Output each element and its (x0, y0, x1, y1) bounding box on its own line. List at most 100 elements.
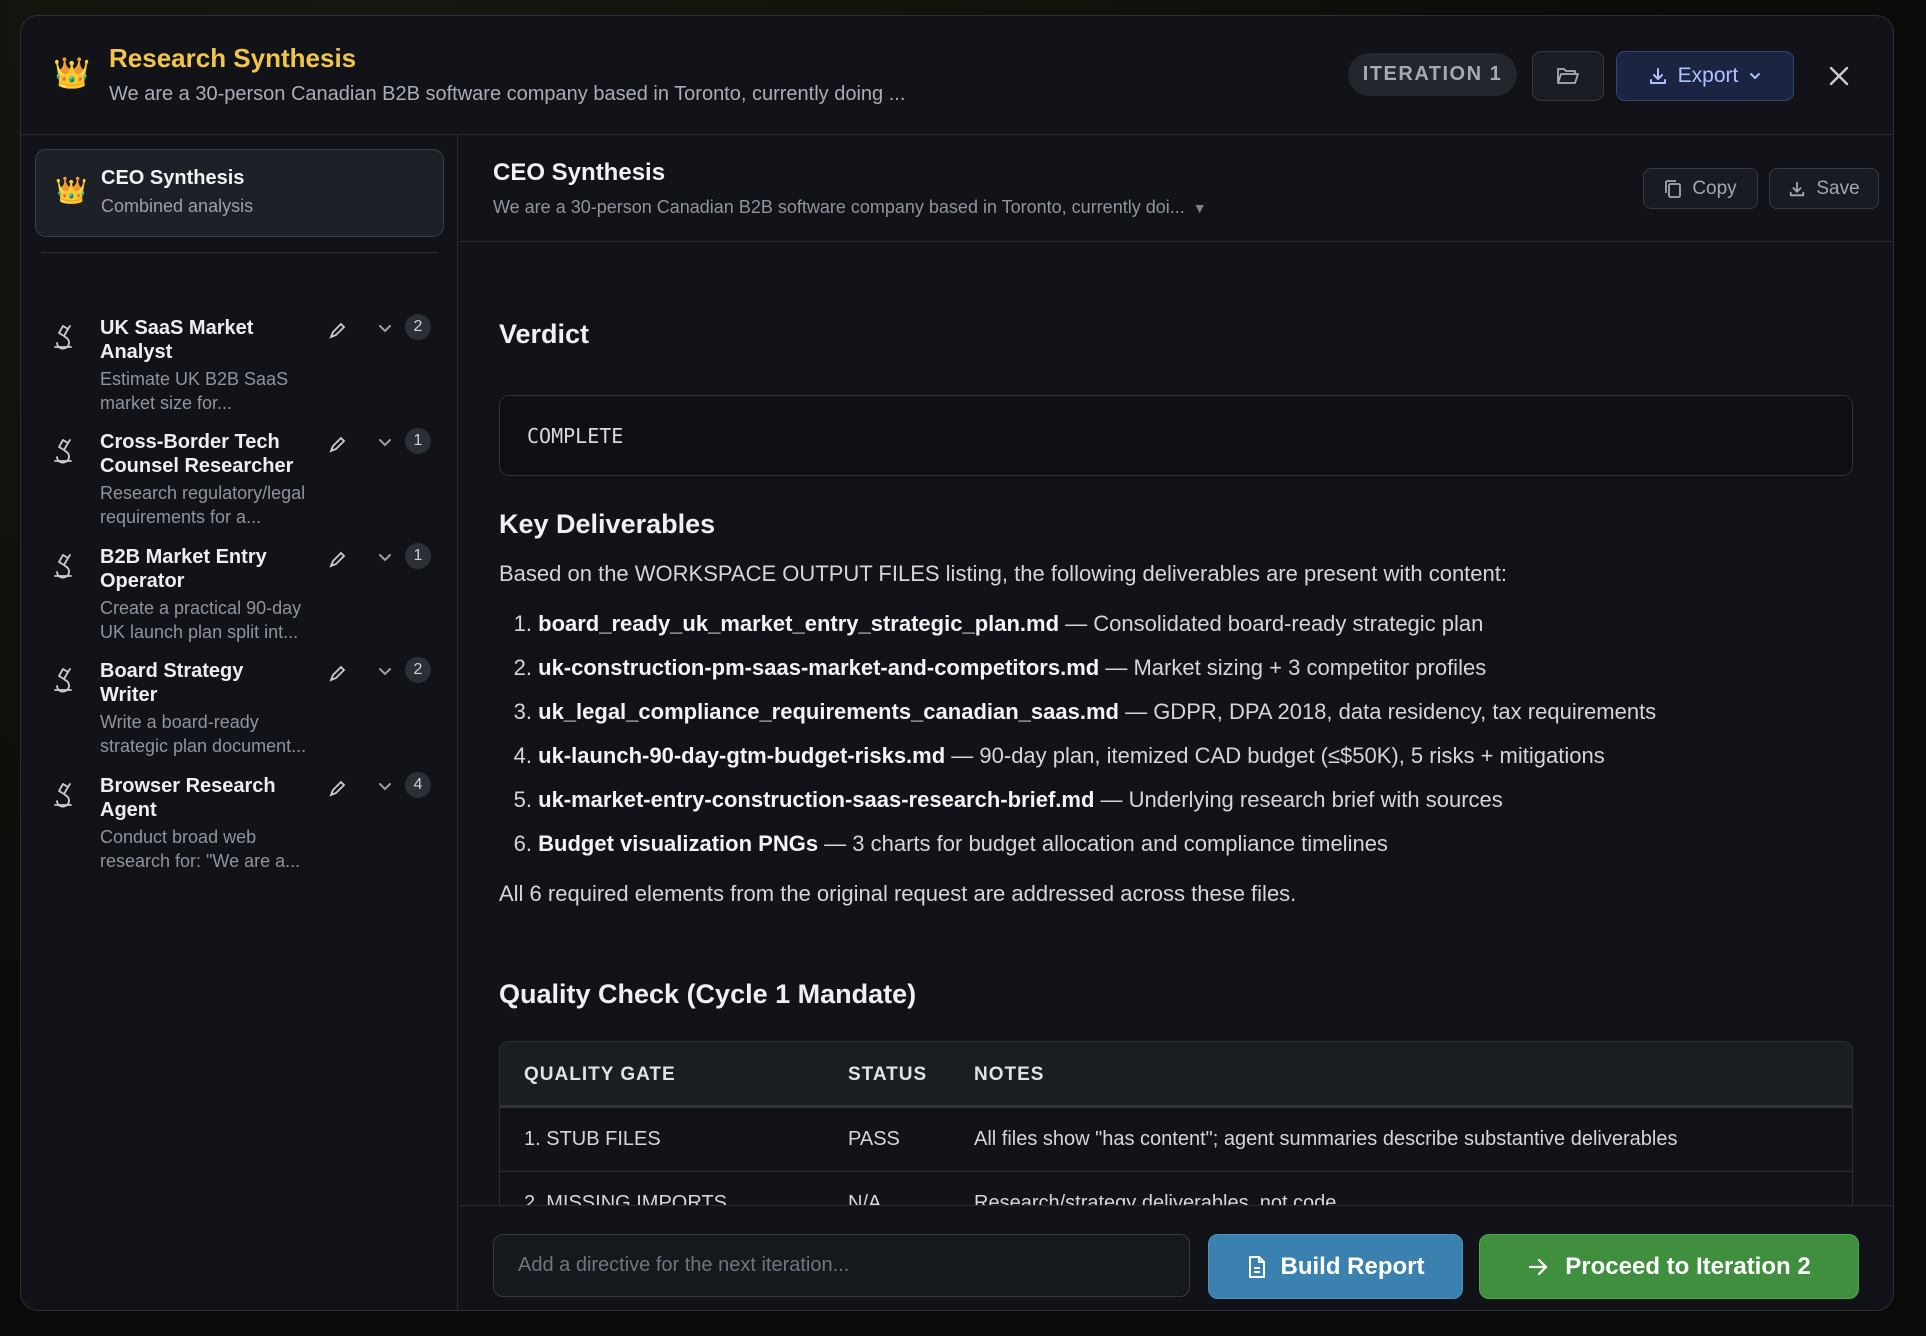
list-number: 6. (513, 831, 532, 856)
sidebar-item-ceo-synthesis[interactable]: 👑 CEO Synthesis Combined analysis (35, 149, 444, 237)
document-icon (1248, 1255, 1265, 1278)
microscope-icon (54, 439, 72, 464)
deliverables-heading: Key Deliverables (499, 509, 716, 539)
modal-subtitle: We are a 30-person Canadian B2B software… (109, 83, 906, 105)
pencil-icon[interactable] (328, 322, 346, 340)
sidebar-item-agent[interactable]: B2B Market Entry Operator Create a pract… (35, 541, 444, 671)
copy-label: Copy (1692, 177, 1737, 199)
chevron-down-icon[interactable] (377, 549, 393, 565)
list-number: 4. (513, 743, 532, 768)
download-icon (1790, 181, 1805, 196)
chevron-down-icon[interactable] (377, 434, 393, 450)
deliverable-file: Budget visualization PNGs (538, 831, 819, 856)
list-item: 3. uk_legal_compliance_requirements_cana… (499, 699, 1657, 725)
sidebar-item-agent[interactable]: Browser Research Agent Conduct broad web… (35, 770, 444, 900)
build-report-label: Build Report (1280, 1252, 1425, 1280)
agent-description: Research regulatory/legal requirements f… (100, 483, 306, 527)
save-button[interactable]: Save (1769, 168, 1879, 209)
deliverable-file: uk_legal_compliance_requirements_canadia… (538, 699, 1119, 724)
agent-count-badge: 2 (405, 314, 431, 340)
directive-input[interactable] (493, 1234, 1190, 1297)
list-item: 2. uk-construction-pm-saas-market-and-co… (499, 655, 1487, 681)
list-item: 4. uk-launch-90-day-gtm-budget-risks.md … (499, 743, 1605, 769)
copy-button[interactable]: Copy (1643, 168, 1758, 209)
deliverable-desc: — 3 charts for budget allocation and com… (818, 831, 1388, 856)
column-header-status: STATUS (848, 1064, 928, 1085)
sidebar-item-agent[interactable]: Board Strategy Writer Write a board-read… (35, 655, 444, 785)
deliverable-desc: — GDPR, DPA 2018, data residency, tax re… (1118, 699, 1657, 724)
proceed-label: Proceed to Iteration 2 (1565, 1252, 1811, 1280)
agent-count-badge: 1 (405, 428, 431, 454)
sidebar-divider (41, 252, 438, 253)
verdict-code-block: COMPLETE (499, 395, 1853, 476)
open-folder-button[interactable] (1532, 51, 1604, 101)
pencil-icon[interactable] (328, 436, 346, 454)
list-item: 6. Budget visualization PNGs — 3 charts … (499, 831, 1388, 857)
agent-name: Cross-Border Tech Counsel Researcher (100, 431, 294, 477)
table-row: 1. STUB FILES PASS All files show "has c… (500, 1108, 1852, 1172)
crown-icon: 👑 (55, 175, 88, 205)
caret-down-icon[interactable]: ▼ (1193, 200, 1207, 216)
list-item: 5. uk-market-entry-construction-saas-res… (499, 787, 1503, 813)
deliverables-outro: All 6 required elements from the origina… (499, 881, 1297, 906)
export-button[interactable]: Export (1616, 51, 1794, 101)
list-number: 3. (513, 699, 532, 724)
modal-title: Research Synthesis (109, 43, 357, 73)
microscope-icon (54, 325, 72, 350)
agent-count-badge: 2 (405, 657, 431, 683)
chevron-down-icon[interactable] (377, 320, 393, 336)
synthesis-panel: CEO Synthesis We are a 30-person Canadia… (459, 135, 1893, 1310)
agent-count-badge: 4 (405, 772, 431, 798)
panel-subtitle-text: We are a 30-person Canadian B2B software… (493, 197, 1185, 217)
verdict-value: COMPLETE (527, 424, 624, 448)
deliverable-file: uk-market-entry-construction-saas-resear… (538, 787, 1095, 812)
deliverable-file: uk-construction-pm-saas-market-and-compe… (538, 655, 1100, 680)
iteration-badge: ITERATION 1 (1348, 53, 1517, 96)
agent-name: UK SaaS Market Analyst (100, 317, 254, 363)
proceed-iteration-button[interactable]: Proceed to Iteration 2 (1479, 1234, 1859, 1299)
deliverable-file: uk-launch-90-day-gtm-budget-risks.md (538, 743, 946, 768)
pencil-icon[interactable] (328, 780, 346, 798)
agent-count-badge: 1 (405, 543, 431, 569)
save-label: Save (1816, 177, 1860, 199)
close-icon (1829, 66, 1849, 86)
panel-subtitle[interactable]: We are a 30-person Canadian B2B software… (493, 197, 1207, 218)
deliverable-desc: — Underlying research brief with sources (1094, 787, 1503, 812)
sidebar-item-agent[interactable]: Cross-Border Tech Counsel Researcher Res… (35, 426, 444, 556)
folder-open-icon (1557, 68, 1579, 84)
column-header-notes: NOTES (974, 1064, 1045, 1085)
chevron-down-icon[interactable] (377, 663, 393, 679)
deliverable-desc: — Consolidated board-ready strategic pla… (1059, 611, 1484, 636)
sidebar-item-agent[interactable]: UK SaaS Market Analyst Estimate UK B2B S… (35, 312, 444, 442)
list-number: 1. (513, 611, 532, 636)
agent-name: B2B Market Entry Operator (100, 546, 267, 592)
pencil-icon[interactable] (328, 665, 346, 683)
list-number: 5. (513, 787, 532, 812)
arrow-right-icon (1529, 1258, 1548, 1275)
list-number: 2. (513, 655, 532, 680)
deliverables-intro: Based on the WORKSPACE OUTPUT FILES list… (499, 561, 1507, 586)
panel-title: CEO Synthesis (493, 159, 666, 186)
copy-icon (1665, 179, 1682, 198)
quality-heading: Quality Check (Cycle 1 Mandate) (499, 979, 917, 1009)
chevron-down-icon (1750, 73, 1761, 80)
modal-header: 👑 Research Synthesis We are a 30-person … (21, 16, 1893, 135)
agent-description: Estimate UK B2B SaaS market size for... (100, 369, 289, 413)
pencil-icon[interactable] (328, 551, 346, 569)
research-synthesis-modal: 👑 Research Synthesis We are a 30-person … (20, 15, 1894, 1311)
cell-notes: All files show "has content"; agent summ… (974, 1128, 1678, 1150)
build-report-button[interactable]: Build Report (1208, 1234, 1463, 1299)
chevron-down-icon[interactable] (377, 778, 393, 794)
column-header-gate: QUALITY GATE (524, 1064, 676, 1085)
close-button[interactable] (1823, 60, 1855, 92)
microscope-icon (54, 783, 72, 808)
panel-header: CEO Synthesis We are a 30-person Canadia… (459, 135, 1893, 242)
microscope-icon (54, 554, 72, 579)
agent-description: Write a board-ready strategic plan docum… (100, 712, 307, 756)
table-header-row: QUALITY GATE STATUS NOTES (500, 1042, 1852, 1108)
panel-footer: Build Report Proceed to Iteration 2 (459, 1205, 1893, 1310)
agent-name: Browser Research Agent (100, 775, 276, 821)
ceo-subtitle: Combined analysis (101, 196, 254, 216)
agent-description: Conduct broad web research for: "We are … (100, 827, 301, 871)
microscope-icon (54, 668, 72, 693)
